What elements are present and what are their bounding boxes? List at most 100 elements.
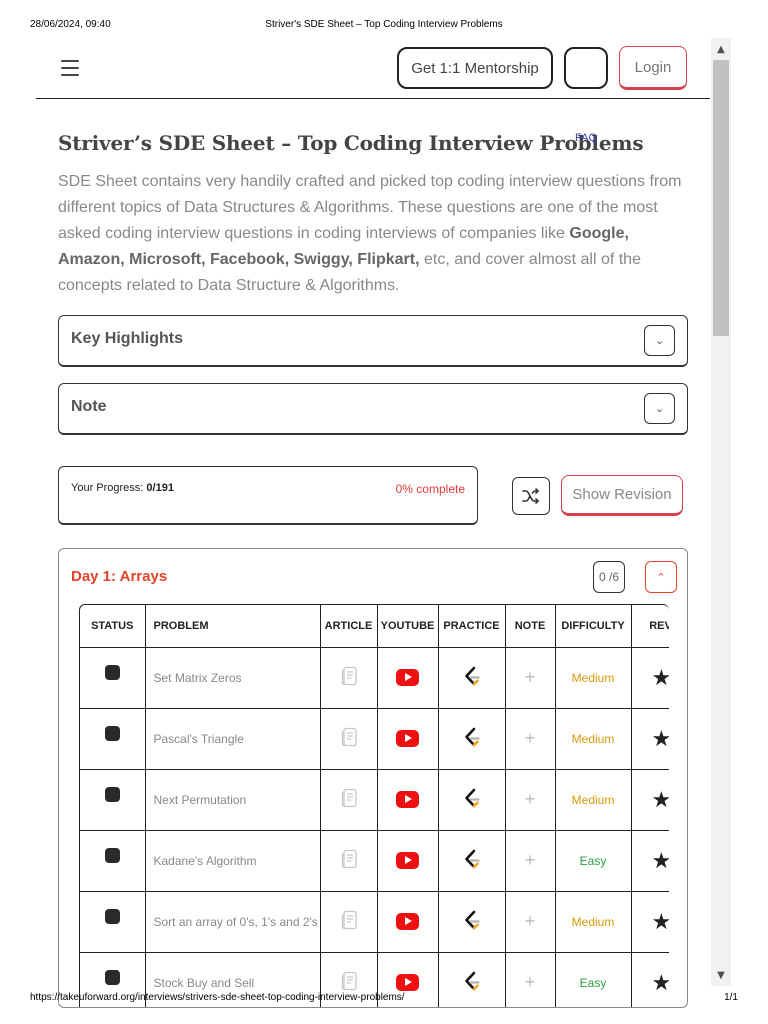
print-doc-title: Striver's SDE Sheet – Top Coding Intervi… bbox=[265, 19, 503, 30]
table-row: Pascal's Triangle + Medium★ bbox=[80, 708, 669, 770]
table-row: Sort an array of 0's, 1's and 2's + Medium… bbox=[80, 891, 669, 953]
status-checkbox[interactable] bbox=[104, 664, 120, 680]
scroll-up-arrow-icon[interactable]: ▲ bbox=[711, 40, 731, 58]
youtube-icon[interactable] bbox=[396, 852, 419, 869]
youtube-icon[interactable] bbox=[396, 669, 419, 686]
header-practice: PRACTICE bbox=[438, 605, 506, 648]
youtube-icon[interactable] bbox=[396, 913, 419, 930]
plus-icon[interactable]: + bbox=[525, 667, 536, 687]
progress-value: 0/191 bbox=[146, 482, 174, 494]
plus-icon[interactable]: + bbox=[525, 728, 536, 748]
faq-link[interactable]: FAQ bbox=[575, 132, 597, 144]
header-difficulty: DIFFICULTY bbox=[555, 605, 632, 648]
difficulty-label: Medium bbox=[555, 647, 632, 709]
print-page-number: 1/1 bbox=[724, 992, 738, 1003]
problem-name[interactable]: Set Matrix Zeros bbox=[145, 647, 321, 709]
article-icon[interactable] bbox=[340, 727, 358, 747]
article-cell bbox=[320, 708, 378, 770]
difficulty-label: Medium bbox=[555, 891, 632, 953]
note-cell: + bbox=[505, 830, 556, 892]
note-accordion[interactable]: Note ⌄ bbox=[58, 383, 688, 435]
shuffle-icon bbox=[522, 488, 539, 504]
day-title[interactable]: Day 1: Arrays bbox=[71, 568, 167, 585]
header-note: NOTE bbox=[505, 605, 556, 648]
leetcode-icon[interactable] bbox=[463, 849, 481, 869]
table-row: Kadane's Algorithm + Easy★ bbox=[80, 830, 669, 892]
problem-name[interactable]: Sort an array of 0's, 1's and 2's bbox=[145, 891, 321, 953]
vertical-scrollbar[interactable]: ▲ ▼ bbox=[711, 38, 731, 986]
plus-icon[interactable]: + bbox=[525, 789, 536, 809]
note-cell: + bbox=[505, 708, 556, 770]
status-checkbox[interactable] bbox=[104, 847, 120, 863]
status-checkbox[interactable] bbox=[104, 786, 120, 802]
difficulty-label: Medium bbox=[555, 708, 632, 770]
table-row: Set Matrix Zeros + Medium★ bbox=[80, 647, 669, 709]
status-cell bbox=[80, 708, 146, 770]
youtube-icon[interactable] bbox=[396, 974, 419, 991]
mentorship-button[interactable]: Get 1:1 Mentorship bbox=[397, 47, 553, 89]
youtube-icon[interactable] bbox=[396, 730, 419, 747]
star-icon[interactable]: ★ bbox=[631, 830, 669, 892]
key-highlights-accordion[interactable]: Key Highlights ⌄ bbox=[58, 315, 688, 367]
show-revision-button[interactable]: Show Revision bbox=[561, 475, 683, 516]
article-icon[interactable] bbox=[340, 788, 358, 808]
header-revision: REVISION bbox=[631, 605, 669, 648]
problem-name[interactable]: Next Permutation bbox=[145, 769, 321, 831]
chevron-down-icon[interactable]: ⌄ bbox=[644, 325, 675, 356]
leetcode-icon[interactable] bbox=[463, 910, 481, 930]
star-icon[interactable]: ★ bbox=[631, 647, 669, 709]
page-description: SDE Sheet contains very handily crafted … bbox=[58, 169, 688, 299]
leetcode-icon[interactable] bbox=[463, 971, 481, 991]
theme-toggle-button[interactable] bbox=[564, 47, 608, 89]
article-cell bbox=[320, 891, 378, 953]
youtube-icon[interactable] bbox=[396, 791, 419, 808]
youtube-cell bbox=[377, 647, 439, 709]
navbar-divider bbox=[36, 98, 710, 99]
hamburger-icon[interactable] bbox=[60, 58, 80, 78]
plus-icon[interactable]: + bbox=[525, 850, 536, 870]
star-icon[interactable]: ★ bbox=[631, 708, 669, 770]
chevron-up-icon[interactable]: ⌃ bbox=[645, 561, 677, 593]
status-checkbox[interactable] bbox=[104, 969, 120, 985]
article-icon[interactable] bbox=[340, 910, 358, 930]
print-url: https://takeuforward.org/interviews/stri… bbox=[30, 992, 405, 1003]
practice-cell bbox=[438, 647, 506, 709]
youtube-cell bbox=[377, 708, 439, 770]
scroll-down-arrow-icon[interactable]: ▼ bbox=[711, 966, 731, 984]
shuffle-button[interactable] bbox=[512, 477, 550, 515]
status-cell bbox=[80, 891, 146, 953]
day-progress-count: 0 /6 bbox=[593, 561, 625, 593]
status-checkbox[interactable] bbox=[104, 725, 120, 741]
problems-table: STATUS PROBLEM ARTICLE YOUTUBE PRACTICE … bbox=[80, 605, 669, 1007]
practice-cell bbox=[438, 708, 506, 770]
login-button[interactable]: Login bbox=[619, 46, 687, 90]
scrollbar-thumb[interactable] bbox=[713, 60, 729, 336]
article-icon[interactable] bbox=[340, 666, 358, 686]
leetcode-icon[interactable] bbox=[463, 666, 481, 686]
problem-name[interactable]: Pascal's Triangle bbox=[145, 708, 321, 770]
day-1-card: Day 1: Arrays 0 /6 ⌃ STATUS PROBLEM ARTI… bbox=[58, 548, 688, 1008]
progress-label: Your Progress: 0/191 bbox=[71, 482, 174, 494]
chevron-down-icon[interactable]: ⌄ bbox=[644, 393, 675, 424]
leetcode-icon[interactable] bbox=[463, 727, 481, 747]
plus-icon[interactable]: + bbox=[525, 972, 536, 992]
status-checkbox[interactable] bbox=[104, 908, 120, 924]
practice-cell bbox=[438, 830, 506, 892]
note-cell: + bbox=[505, 647, 556, 709]
practice-cell bbox=[438, 769, 506, 831]
header-problem: PROBLEM bbox=[145, 605, 321, 648]
star-icon[interactable]: ★ bbox=[631, 769, 669, 831]
leetcode-icon[interactable] bbox=[463, 788, 481, 808]
print-footer: https://takeuforward.org/interviews/stri… bbox=[30, 992, 738, 1006]
practice-cell bbox=[438, 891, 506, 953]
article-icon[interactable] bbox=[340, 849, 358, 869]
difficulty-label: Easy bbox=[555, 830, 632, 892]
note-cell: + bbox=[505, 769, 556, 831]
header-article: ARTICLE bbox=[320, 605, 378, 648]
youtube-cell bbox=[377, 891, 439, 953]
problems-table-wrapper[interactable]: STATUS PROBLEM ARTICLE YOUTUBE PRACTICE … bbox=[79, 604, 669, 1007]
problem-name[interactable]: Kadane's Algorithm bbox=[145, 830, 321, 892]
article-icon[interactable] bbox=[340, 971, 358, 991]
star-icon[interactable]: ★ bbox=[631, 891, 669, 953]
plus-icon[interactable]: + bbox=[525, 911, 536, 931]
